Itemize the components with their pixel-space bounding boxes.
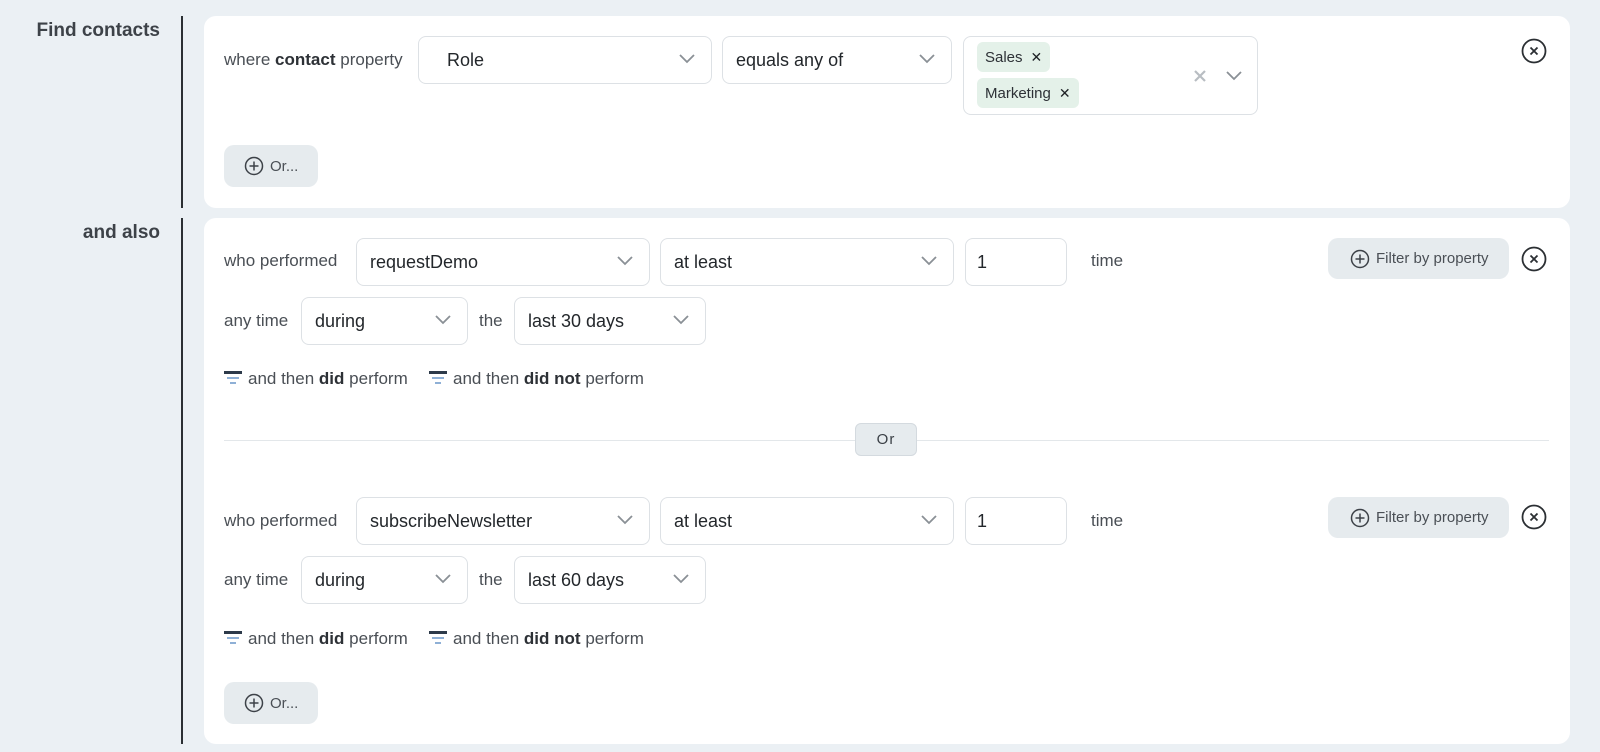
filter-by-property-button[interactable]: Filter by property — [1328, 497, 1509, 538]
event-select-value: subscribeNewsletter — [370, 510, 533, 531]
chevron-down-icon — [435, 315, 451, 325]
then-did-not-perform-link[interactable]: and then did not perform — [429, 629, 644, 649]
during-select[interactable]: during — [301, 556, 468, 604]
range-select[interactable]: last 30 days — [514, 297, 706, 345]
comparator-select[interactable]: at least — [660, 497, 954, 545]
funnel-icon — [429, 631, 447, 644]
chevron-down-icon — [919, 54, 935, 64]
operator-select-value: equals any of — [736, 49, 844, 70]
count-input[interactable]: 1 — [965, 497, 1067, 545]
add-or-label: Or... — [270, 157, 299, 175]
chevron-down-icon — [679, 54, 695, 64]
time-label: time — [1091, 251, 1124, 270]
comparator-select-value: at least — [674, 251, 733, 272]
filter-by-property-label: Filter by property — [1376, 509, 1489, 526]
group-divider-line — [181, 218, 183, 744]
find-contacts-label: Find contacts — [36, 20, 160, 41]
during-select-value: during — [315, 310, 366, 331]
group-divider-line — [181, 16, 183, 208]
then-did-perform-link[interactable]: and then did perform — [224, 629, 408, 649]
funnel-icon — [429, 371, 447, 384]
chevron-down-icon — [673, 574, 689, 584]
who-performed-label: who performed — [224, 511, 338, 530]
and-also-label: and also — [82, 222, 160, 243]
chevron-down-icon[interactable] — [1226, 71, 1242, 81]
time-label: time — [1091, 511, 1124, 530]
chevron-down-icon — [921, 256, 937, 266]
chevron-down-icon — [617, 515, 633, 525]
count-input[interactable]: 1 — [965, 238, 1067, 286]
funnel-icon — [224, 631, 242, 644]
chevron-down-icon — [673, 315, 689, 325]
tag-sales: Sales ✕ — [977, 42, 1051, 72]
tag-marketing: Marketing ✕ — [977, 78, 1079, 108]
remove-filter-icon[interactable] — [1521, 246, 1547, 272]
plus-circle-icon — [244, 156, 264, 176]
comparator-select-value: at least — [674, 510, 733, 531]
chevron-down-icon — [617, 256, 633, 266]
add-or-label: Or... — [270, 694, 299, 712]
property-select[interactable]: Role — [418, 36, 712, 84]
remove-filter-icon[interactable] — [1521, 38, 1547, 64]
during-select[interactable]: during — [301, 297, 468, 345]
remove-tag-icon[interactable]: ✕ — [1059, 85, 1071, 102]
property-select-value: Role — [447, 49, 485, 70]
plus-circle-icon — [244, 693, 264, 713]
contact-condition-label: where contact property — [224, 50, 403, 69]
the-label: the — [479, 311, 503, 330]
or-divider-badge: Or — [855, 423, 917, 456]
event-select[interactable]: subscribeNewsletter — [356, 497, 650, 545]
event-select[interactable]: requestDemo — [356, 238, 650, 286]
any-time-label: any time — [224, 311, 289, 330]
any-time-label: any time — [224, 570, 289, 589]
who-performed-label: who performed — [224, 251, 338, 270]
filter-by-property-button[interactable]: Filter by property — [1328, 238, 1509, 279]
add-or-button[interactable]: Or... — [224, 145, 318, 187]
the-label: the — [479, 570, 503, 589]
add-or-button[interactable]: Or... — [224, 682, 318, 724]
funnel-icon — [224, 371, 242, 384]
then-did-not-perform-link[interactable]: and then did not perform — [429, 369, 644, 389]
chevron-down-icon — [435, 574, 451, 584]
filter-by-property-label: Filter by property — [1376, 250, 1489, 267]
clear-all-icon[interactable] — [1193, 69, 1207, 83]
range-select-value: last 30 days — [528, 310, 625, 331]
plus-circle-icon — [1350, 249, 1370, 268]
plus-circle-icon — [1350, 508, 1370, 527]
then-did-perform-link[interactable]: and then did perform — [224, 369, 408, 389]
chevron-down-icon — [921, 515, 937, 525]
range-select[interactable]: last 60 days — [514, 556, 706, 604]
tag-label: Sales — [985, 48, 1023, 66]
comparator-select[interactable]: at least — [660, 238, 954, 286]
remove-filter-icon[interactable] — [1521, 504, 1547, 530]
range-select-value: last 60 days — [528, 569, 625, 590]
tag-label: Marketing — [985, 84, 1051, 102]
during-select-value: during — [315, 569, 366, 590]
remove-tag-icon[interactable]: ✕ — [1031, 49, 1043, 66]
event-select-value: requestDemo — [370, 251, 479, 272]
operator-select[interactable]: equals any of — [722, 36, 952, 84]
